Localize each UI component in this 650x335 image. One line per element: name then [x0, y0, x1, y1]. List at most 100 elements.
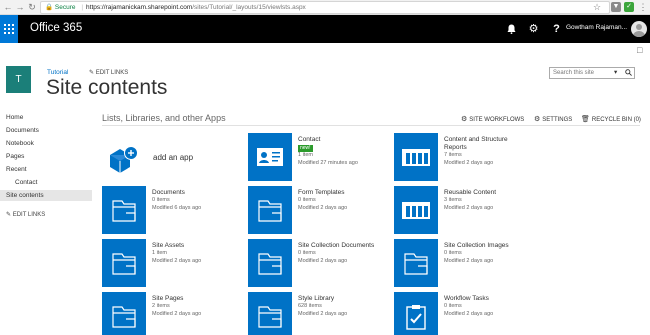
folder-icon [258, 253, 282, 275]
app-title[interactable]: Site Assets [152, 242, 184, 250]
app-tile-style-library[interactable] [248, 292, 292, 335]
modified-time: Modified 2 days ago [152, 311, 202, 317]
help-icon[interactable]: ? [545, 15, 568, 43]
item-count: 0 items [444, 303, 462, 309]
breadcrumb[interactable]: Tutorial [47, 69, 68, 76]
app-title[interactable]: Style Library [298, 295, 334, 303]
settings-button[interactable]: ⚙ SETTINGS [534, 115, 572, 123]
app-launcher-icon[interactable] [0, 15, 18, 43]
folder-icon [258, 200, 282, 222]
settings-gear-icon[interactable]: ⚙ [522, 15, 545, 43]
browser-menu-icon[interactable]: ⋮ [638, 2, 648, 12]
app-title-line2[interactable]: Reports [444, 144, 467, 152]
app-title[interactable]: Form Templates [298, 189, 344, 197]
modified-time: Modified 2 days ago [298, 258, 348, 264]
site-workflows-button[interactable]: ⚙ SITE WORKFLOWS [461, 115, 524, 123]
app-tile-documents[interactable] [102, 186, 146, 234]
folder-icon [404, 253, 428, 275]
item-count: 1 item [152, 250, 167, 256]
reload-icon[interactable]: ↻ [26, 1, 38, 13]
site-logo[interactable]: T [6, 66, 31, 93]
gear-icon: ⚙ [534, 116, 541, 123]
section-divider [102, 125, 640, 126]
folder-icon [112, 306, 136, 328]
app-tile-content-and-structure[interactable] [394, 133, 438, 181]
extension-icon[interactable]: ▼ [611, 2, 621, 12]
item-count: 0 items [152, 197, 170, 203]
address-bar[interactable]: 🔒 Secure | https://rajamanickam.sharepoin… [40, 1, 610, 14]
lock-icon: 🔒 [45, 4, 54, 11]
search-input[interactable]: Search this site ▾ [549, 67, 635, 79]
app-tile-site-collection-images[interactable] [394, 239, 438, 287]
item-count: 3 items [444, 197, 462, 203]
folder-icon [112, 253, 136, 275]
add-app-icon [110, 146, 138, 173]
url-path: /sites/Tutorial/_layouts/15/viewlsts.asp… [192, 4, 306, 11]
extension-green-icon[interactable]: ✓ [624, 2, 634, 12]
recycle-bin-icon: 🗑 [581, 116, 590, 123]
list-columns-icon [402, 149, 430, 166]
app-title[interactable]: Site Collection Documents [298, 242, 374, 250]
task-clipboard-icon [406, 305, 426, 330]
leftnav-item-notebook[interactable]: Notebook [6, 140, 34, 147]
search-scope-chevron-icon[interactable]: ▾ [614, 68, 617, 78]
leftnav-item-documents[interactable]: Documents [6, 127, 39, 134]
contact-card-icon [257, 148, 283, 166]
focus-mode-icon[interactable]: □ [637, 45, 642, 55]
item-count: 7 items [444, 152, 462, 158]
leftnav-item-contact[interactable]: Contact [15, 179, 37, 186]
leftnav-item-pages[interactable]: Pages [6, 153, 24, 160]
modified-time: Modified 2 days ago [152, 258, 202, 264]
app-title[interactable]: Site Pages [152, 295, 183, 303]
app-title[interactable]: Contact [298, 136, 320, 144]
leftnav-item-site-contents[interactable]: Site contents [6, 192, 44, 199]
app-title[interactable]: Documents [152, 189, 185, 197]
modified-time: Modified 27 minutes ago [298, 160, 358, 166]
modified-time: Modified 2 days ago [298, 311, 348, 317]
new-badge: new! [298, 145, 313, 152]
app-tile-site-pages[interactable] [102, 292, 146, 335]
item-count: 0 items [298, 250, 316, 256]
item-count: 628 items [298, 303, 322, 309]
url-host: https://rajamanickam.sharepoint.com [86, 4, 193, 11]
app-tile-workflow-tasks[interactable] [394, 292, 438, 335]
edit-links-left-button[interactable]: ✎ EDIT LINKS [6, 211, 45, 218]
modified-time: Modified 2 days ago [444, 160, 494, 166]
item-count: 0 items [298, 197, 316, 203]
forward-arrow-icon[interactable]: → [14, 1, 26, 13]
back-arrow-icon[interactable]: ← [2, 1, 14, 13]
app-tile-form-templates[interactable] [248, 186, 292, 234]
suite-bar: Office 365 ⚙ ? Gowtham Rajaman... [0, 15, 650, 43]
leftnav-item-recent[interactable]: Recent [6, 166, 27, 173]
app-tile-site-assets[interactable] [102, 239, 146, 287]
suite-title[interactable]: Office 365 [30, 22, 82, 34]
modified-time: Modified 2 days ago [444, 205, 494, 211]
edit-links-top-button[interactable]: ✎ EDIT LINKS [89, 69, 128, 76]
notifications-bell-icon[interactable] [500, 15, 523, 43]
item-count: 0 items [444, 250, 462, 256]
app-tile-site-collection-documents[interactable] [248, 239, 292, 287]
folder-icon [112, 200, 136, 222]
recycle-bin-button[interactable]: 🗑 RECYCLE BIN (0) [581, 115, 641, 123]
section-title: Lists, Libraries, and other Apps [102, 113, 226, 123]
leftnav-item-home[interactable]: Home [6, 114, 23, 121]
modified-time: Modified 2 days ago [298, 205, 348, 211]
app-title[interactable]: Reusable Content [444, 189, 496, 197]
item-count: 1 item [298, 152, 313, 158]
add-app-label[interactable]: add an app [153, 153, 193, 162]
app-tile-contact[interactable] [248, 133, 292, 181]
app-title[interactable]: Workflow Tasks [444, 295, 489, 303]
bookmark-star-icon[interactable]: ☆ [592, 2, 602, 12]
secure-label: Secure [54, 4, 76, 11]
add-app-tile[interactable] [102, 133, 146, 181]
pencil-icon: ✎ [6, 212, 13, 218]
list-columns-icon [402, 202, 430, 219]
avatar[interactable] [631, 21, 647, 37]
app-title[interactable]: Content and Structure [444, 136, 508, 144]
folder-icon [258, 306, 282, 328]
app-title[interactable]: Site Collection Images [444, 242, 509, 250]
user-name[interactable]: Gowtham Rajaman... [566, 24, 630, 31]
search-icon[interactable] [625, 68, 632, 78]
modified-time: Modified 6 days ago [152, 205, 202, 211]
app-tile-reusable-content[interactable] [394, 186, 438, 234]
